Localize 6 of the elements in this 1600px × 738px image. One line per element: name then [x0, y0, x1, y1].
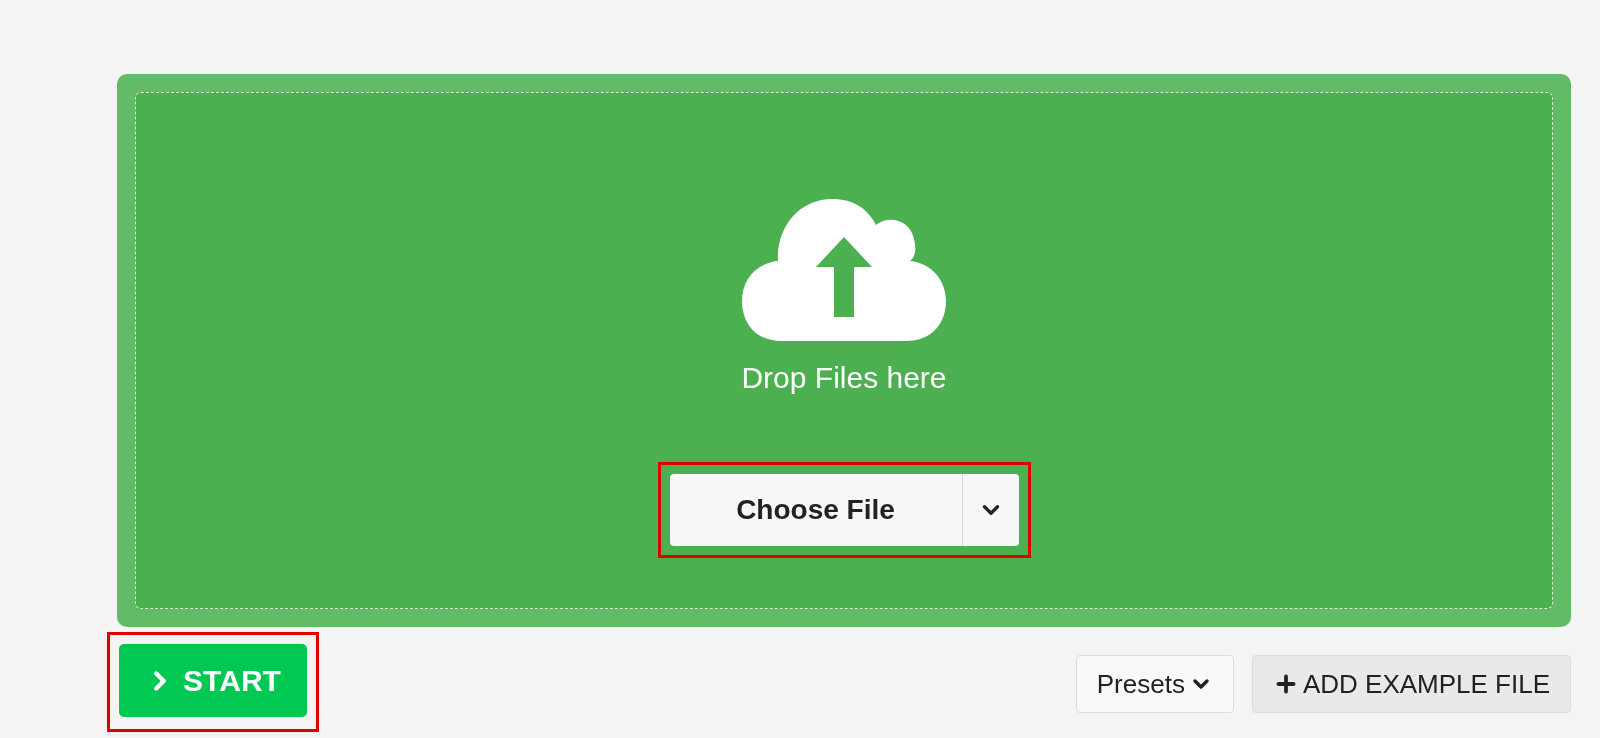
drop-files-text: Drop Files here: [741, 360, 947, 396]
cloud-upload-icon: [742, 199, 946, 341]
drop-zone[interactable]: Drop Files here Choose File: [135, 92, 1553, 609]
add-example-file-button[interactable]: ADD EXAMPLE FILE: [1251, 655, 1571, 713]
presets-button[interactable]: Presets: [1075, 655, 1234, 713]
choose-file-button[interactable]: Choose File: [669, 474, 963, 546]
